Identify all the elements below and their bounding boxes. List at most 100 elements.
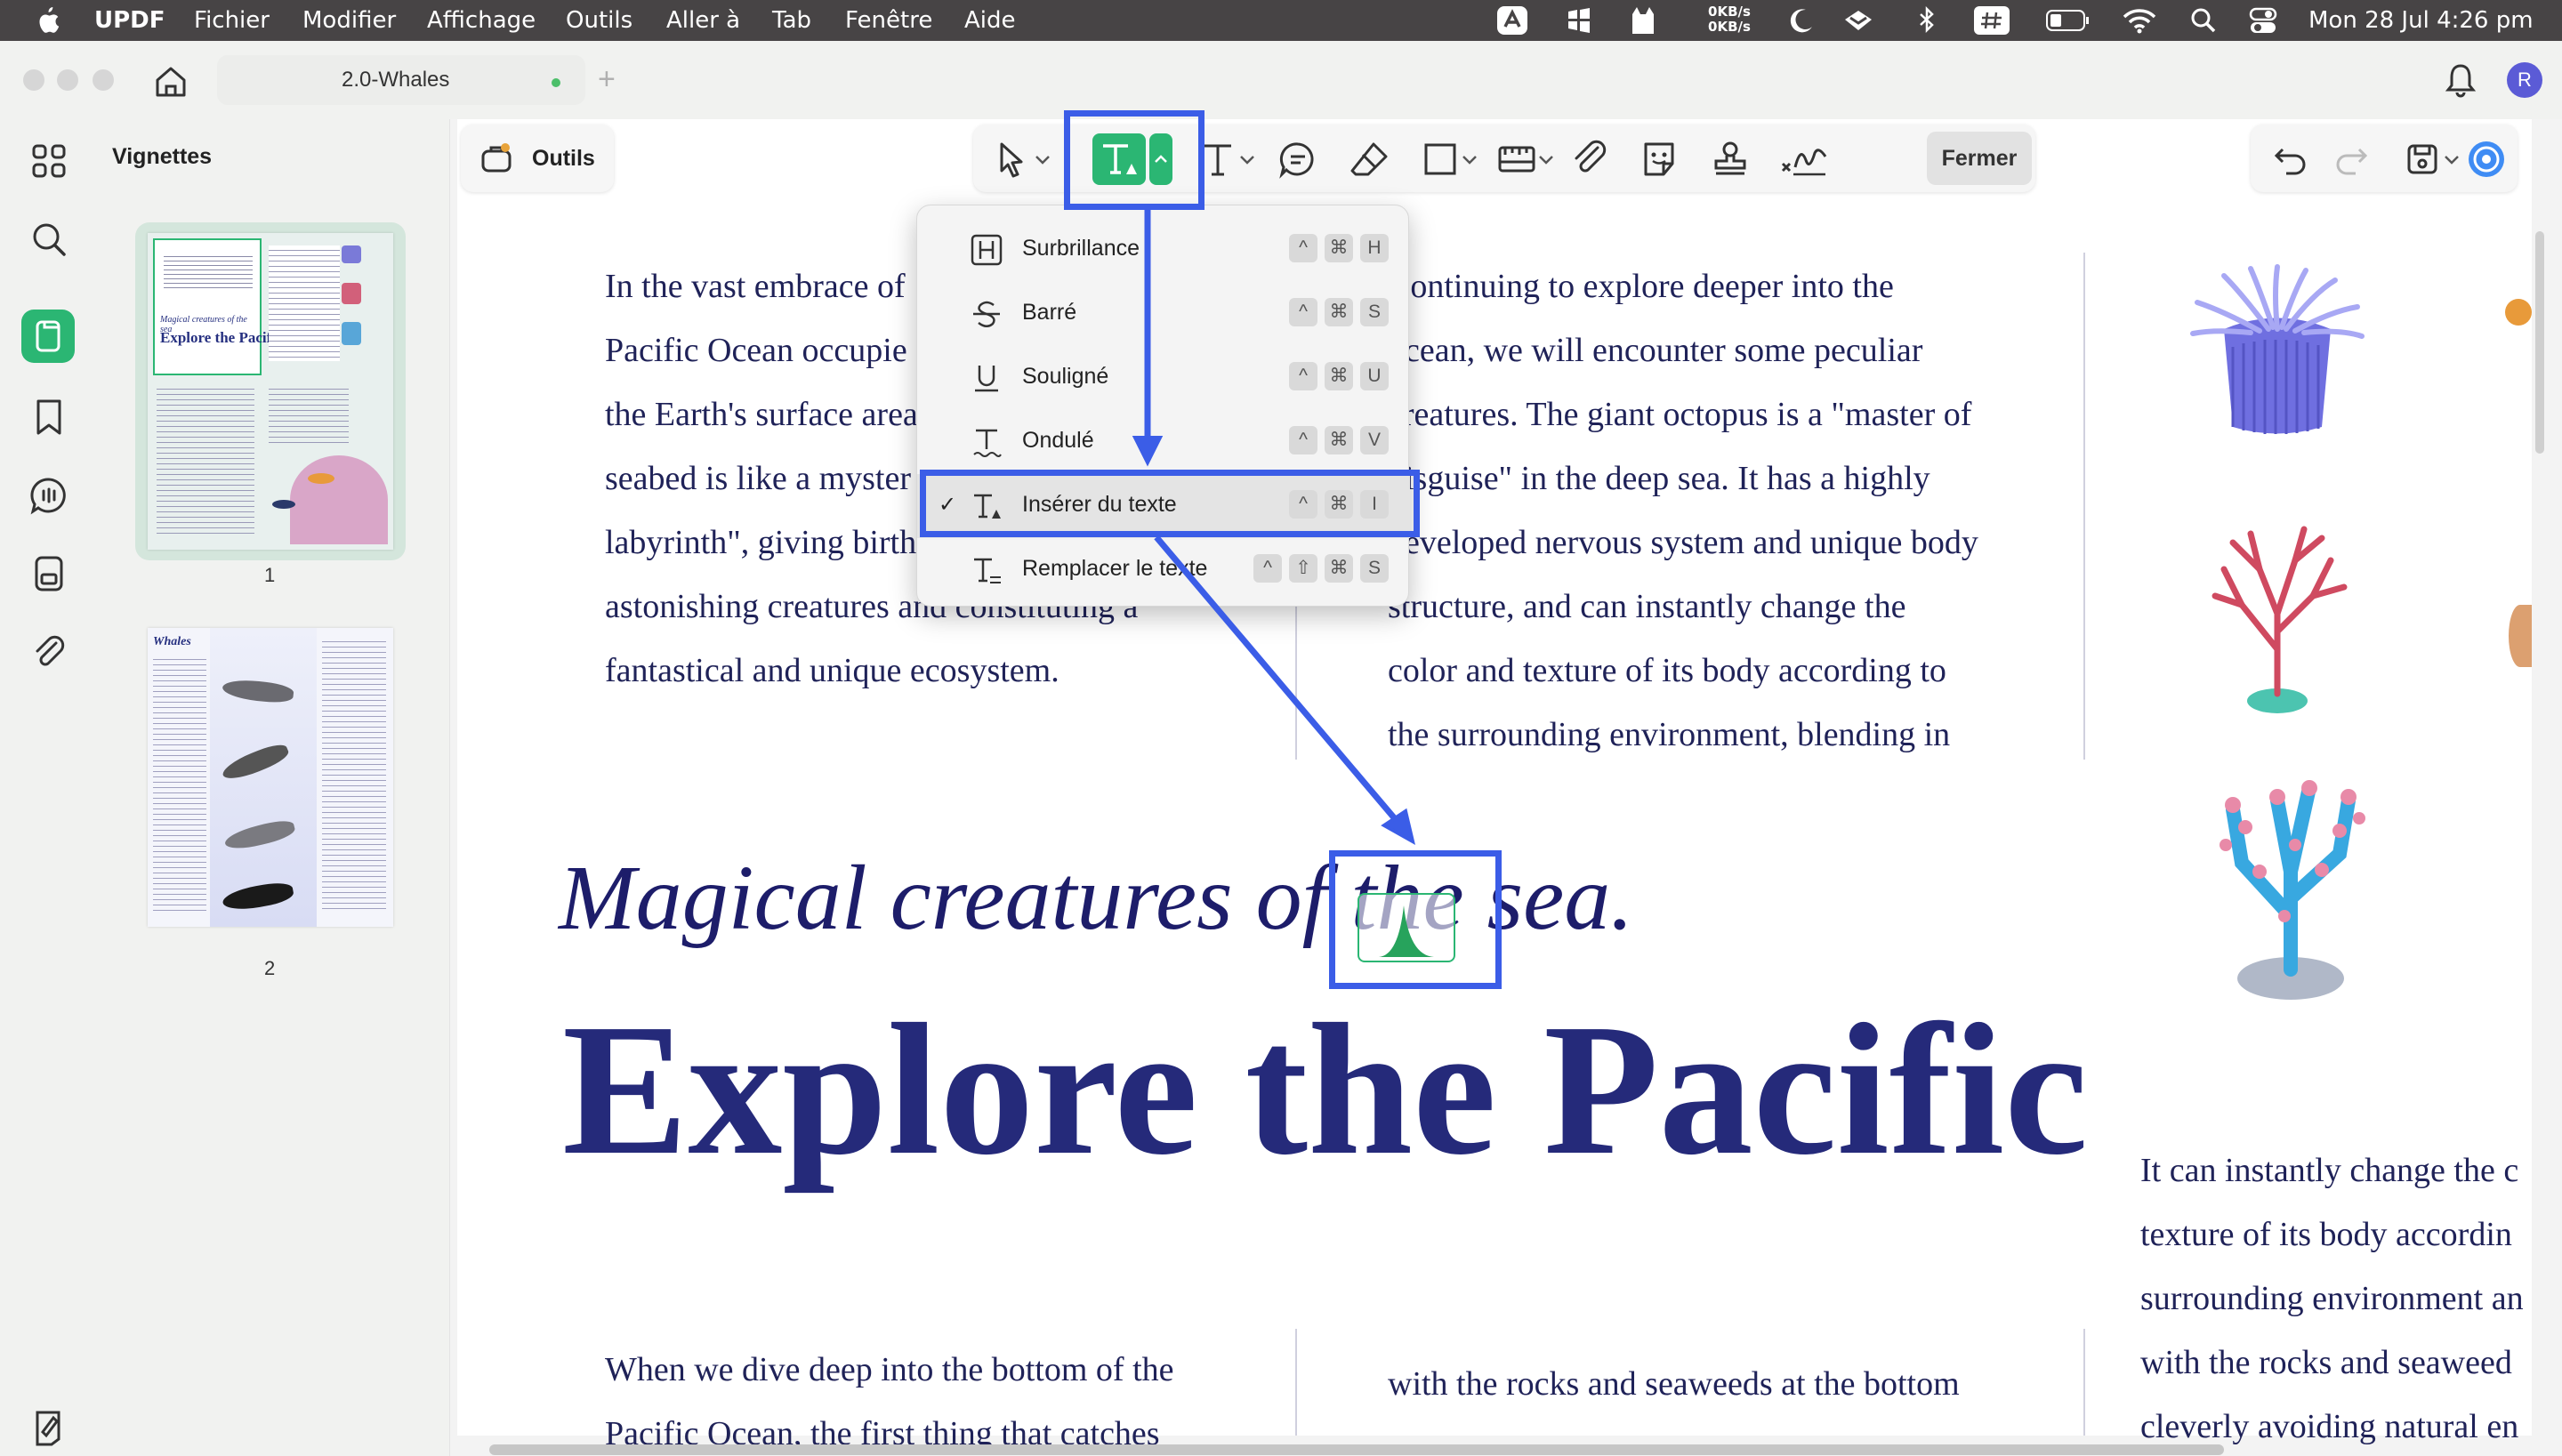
col2-line-2: ocean, we will encounter some peculiar — [1388, 332, 1923, 369]
measure-icon[interactable] — [1494, 137, 1539, 181]
thumbnail-page-2[interactable]: Whales — [148, 628, 393, 927]
thumbnails-tab-active[interactable] — [21, 310, 75, 363]
shortcut-underline: ^ ⌘ U — [1289, 362, 1389, 392]
grid-status-icon[interactable] — [1566, 7, 1592, 34]
comment-note-icon[interactable] — [1276, 137, 1320, 181]
rectangle-shape-icon[interactable] — [1418, 137, 1462, 181]
menu-fichier[interactable]: Fichier — [194, 7, 270, 34]
page-number-2[interactable]: 2 — [264, 957, 275, 980]
menu-item-replace-text[interactable]: Remplacer le texte ^ ⇧ ⌘ S — [917, 538, 1410, 602]
select-arrow-icon[interactable] — [989, 137, 1034, 181]
home-icon[interactable] — [153, 64, 189, 100]
tools-panel-button[interactable]: Outils — [461, 125, 614, 192]
shortcut-key: ^ — [1289, 426, 1317, 454]
column-divider-2 — [2083, 253, 2085, 760]
menu-aide[interactable]: Aide — [964, 7, 1016, 34]
user-avatar[interactable]: R — [2507, 62, 2542, 98]
minimize-window-button[interactable] — [57, 69, 78, 91]
select-chevron-down-icon[interactable] — [1032, 137, 1053, 181]
col1-line-7: fantastical and unique ecosystem. — [605, 652, 1059, 689]
bottom-left-text: When we dive deep into the bottom of the… — [605, 1338, 1174, 1456]
inbox-status-icon[interactable] — [1841, 7, 1875, 34]
bluetooth-icon[interactable] — [1916, 5, 1938, 36]
shortcut-key: ⌘ — [1325, 234, 1353, 262]
menu-item-strikethrough[interactable]: Barré ^ ⌘ S — [917, 282, 1410, 346]
text-chevron-down-icon[interactable] — [1237, 137, 1258, 181]
bell-icon[interactable] — [2445, 62, 2477, 98]
save-icon[interactable] — [2400, 137, 2445, 181]
undo-icon[interactable] — [2268, 137, 2313, 181]
thumb1-coral — [342, 283, 361, 304]
menu-tab[interactable]: Tab — [772, 7, 811, 34]
shortcut-key: S — [1360, 554, 1389, 583]
sticker-icon[interactable] — [1637, 137, 1681, 181]
menu-outils[interactable]: Outils — [566, 7, 632, 34]
attach-file-icon[interactable] — [1567, 137, 1612, 181]
col2-line-7: color and texture of its body according … — [1388, 652, 1946, 689]
shell-partial — [2509, 605, 2532, 667]
annotation-box-menu-item — [920, 470, 1420, 537]
battery-icon[interactable] — [2046, 9, 2091, 32]
menu-item-squiggly[interactable]: Ondulé ^ ⌘ V — [917, 410, 1410, 474]
bookmark-icon[interactable] — [27, 395, 71, 439]
menubar-clock[interactable]: Mon 28 Jul 4:26 pm — [2308, 7, 2534, 34]
thumb1-col2-lines — [269, 245, 340, 361]
menu-item-strikethrough-label: Barré — [1022, 300, 1077, 325]
attachment-icon[interactable] — [27, 630, 71, 674]
purple-anemone-image — [2190, 264, 2365, 434]
horizontal-scrollbar[interactable] — [489, 1444, 2224, 1455]
menu-modifier[interactable]: Modifier — [302, 7, 396, 34]
signature-icon[interactable] — [1779, 137, 1829, 181]
net-down: 0KB/s — [1708, 19, 1751, 35]
menu-aller[interactable]: Aller à — [666, 7, 740, 34]
pages-icon — [36, 320, 60, 352]
stamp-icon[interactable] — [1708, 137, 1752, 181]
ai-assistant-icon[interactable] — [2464, 137, 2509, 181]
thumbnails-panel: Vignettes Magical creatures of the sea E… — [93, 119, 450, 1456]
shortcut-squiggly: ^ ⌘ V — [1289, 426, 1389, 456]
vertical-scrollbar[interactable] — [2535, 231, 2544, 454]
measure-chevron-down-icon[interactable] — [1535, 137, 1557, 181]
menu-item-highlight[interactable]: Surbrillance ^ ⌘ H — [917, 218, 1410, 282]
title: Explore the Pacific — [562, 985, 2089, 1194]
app-root: UPDF Fichier Modifier Affichage Outils A… — [0, 0, 2562, 1456]
zoom-window-button[interactable] — [93, 69, 114, 91]
menu-item-highlight-label: Surbrillance — [1022, 236, 1140, 261]
apple-icon[interactable] — [34, 5, 60, 36]
search-icon[interactable] — [27, 217, 71, 261]
wifi-icon[interactable] — [2123, 7, 2156, 34]
thumbnails-title: Vignettes — [112, 144, 213, 169]
menu-fenetre[interactable]: Fenêtre — [845, 7, 932, 34]
menu-item-underline[interactable]: Souligné ^ ⌘ U — [917, 346, 1410, 410]
cat-status-icon[interactable] — [1630, 5, 1656, 36]
search-menubar-icon[interactable] — [2190, 7, 2217, 34]
document-tab[interactable]: 2.0-Whales — [217, 55, 585, 105]
menu-affichage[interactable]: Affichage — [427, 7, 536, 34]
menu-app-name[interactable]: UPDF — [94, 7, 165, 34]
new-tab-button[interactable]: + — [598, 62, 616, 97]
comment-icon[interactable] — [27, 473, 71, 518]
moon-status-icon[interactable] — [1788, 7, 1815, 34]
thumb1-title: Explore the Pacific — [160, 329, 283, 346]
thumb1-coral2 — [342, 322, 361, 345]
thumb2-col1-lines — [153, 655, 206, 913]
redo-icon[interactable] — [2329, 137, 2373, 181]
replace-text-icon — [974, 558, 1001, 583]
eraser-icon[interactable] — [1347, 137, 1391, 181]
shape-chevron-down-icon[interactable] — [1459, 137, 1480, 181]
close-window-button[interactable] — [23, 69, 44, 91]
document-tab-title: 2.0-Whales — [342, 68, 450, 92]
form-icon[interactable] — [27, 551, 71, 596]
updf-status-icon[interactable] — [1496, 5, 1528, 36]
page-number-1[interactable]: 1 — [264, 564, 275, 587]
grid-view-icon[interactable] — [27, 139, 71, 183]
network-speed[interactable]: 0KB/s 0KB/s — [1703, 4, 1756, 35]
control-center-icon[interactable] — [2249, 5, 2277, 36]
thumbnail-page-1[interactable]: Magical creatures of the sea Explore the… — [148, 233, 393, 550]
save-chevron-down-icon[interactable] — [2441, 137, 2462, 181]
col2-line-6: structure, and can instantly change the — [1388, 588, 1906, 625]
shortcut-key: U — [1360, 362, 1389, 390]
layers-icon[interactable] — [27, 1405, 71, 1450]
close-comment-mode-button[interactable]: Fermer — [1927, 132, 2032, 185]
hashtag-status-icon[interactable] — [1973, 5, 2010, 36]
